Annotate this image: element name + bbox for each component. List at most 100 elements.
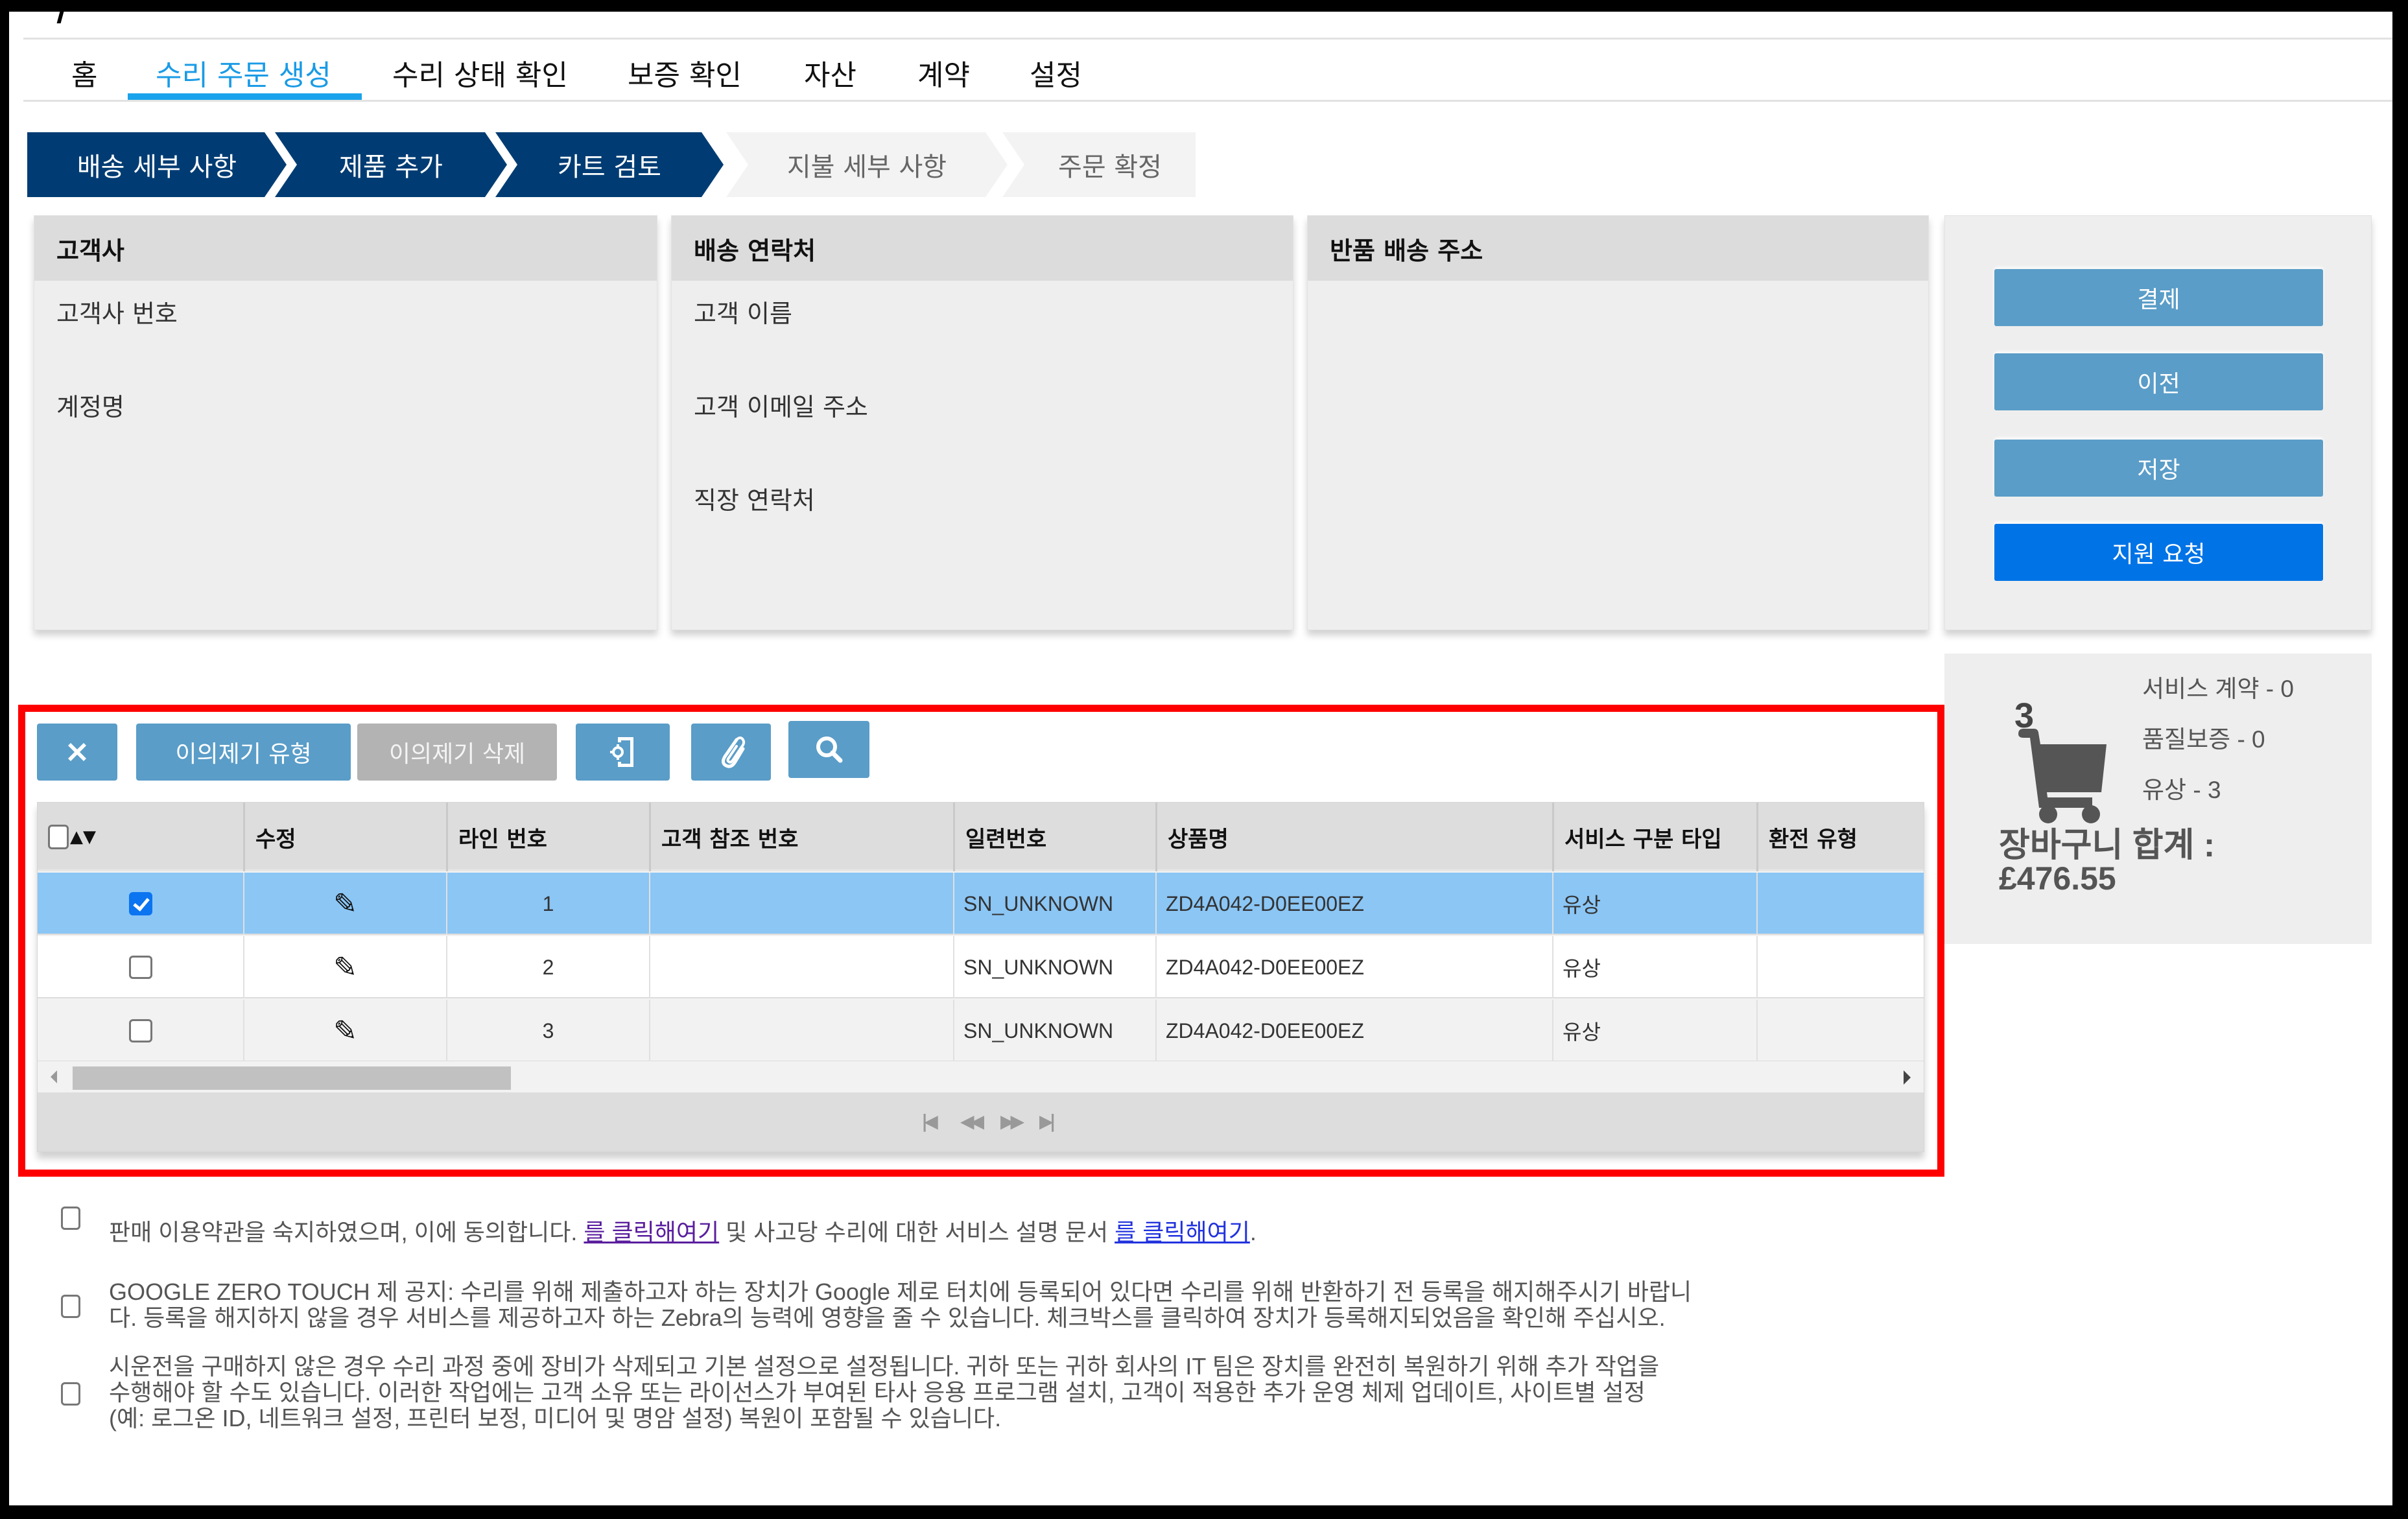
nav-top-divider — [23, 38, 2392, 40]
next-page-icon[interactable]: ▶▶ — [1000, 1111, 1024, 1132]
device-settings-button[interactable] — [576, 724, 670, 781]
paperclip-icon — [721, 736, 745, 768]
commissioning-text-line: (예: 로그온 ID, 네트워크 설정, 프린터 보정, 미디어 및 명암 설정… — [109, 1405, 1002, 1431]
step-add-product[interactable]: 제품 추가 — [275, 132, 507, 197]
cart-total-value: £476.55 — [1999, 860, 2116, 897]
service-description-link[interactable]: 를 클릭해여기 — [1115, 1219, 1250, 1245]
device-settings-icon — [609, 737, 633, 767]
previous-button[interactable]: 이전 — [1994, 353, 2323, 410]
column-header-exchange-type[interactable]: 환전 유형 — [1756, 803, 1925, 871]
cell-serial: SN_UNKNOWN — [953, 873, 1155, 935]
terms-text-part: . — [1249, 1219, 1257, 1245]
previous-page-icon[interactable]: ◀◀ — [960, 1111, 984, 1132]
return-address-title: 반품 배송 주소 — [1308, 216, 1928, 281]
first-page-icon[interactable]: |◀ — [921, 1111, 938, 1132]
commissioning-checkbox[interactable] — [61, 1382, 80, 1406]
actions-panel: 결제 이전 저장 지원 요청 — [1944, 215, 2372, 630]
scroll-left-arrow-icon[interactable] — [51, 1070, 57, 1083]
shopping-cart-icon — [2018, 729, 2107, 823]
commissioning-text-line: 시운전을 구매하지 않은 경우 수리 과정 중에 장비가 삭제되고 기본 설정으… — [109, 1353, 1660, 1380]
cell-product: ZD4A042-D0EE00EZ — [1155, 873, 1552, 935]
customer-panel: 고객사 고객사 번호 계정명 — [34, 215, 657, 630]
cell-exchange-type — [1756, 1000, 1925, 1062]
pencil-icon[interactable]: ✎ — [333, 951, 357, 984]
cart-total-label: 장바구니 합계 : — [1999, 827, 2215, 864]
save-button[interactable]: 저장 — [1994, 440, 2323, 497]
column-header-product[interactable]: 상품명 — [1155, 803, 1552, 871]
pencil-icon[interactable]: ✎ — [333, 1015, 357, 1048]
column-header-serial[interactable]: 일련번호 — [953, 803, 1155, 871]
cell-customer-ref — [649, 1000, 953, 1062]
customer-panel-title: 고객사 — [34, 216, 657, 281]
cell-line-number: 3 — [446, 1000, 649, 1062]
complaint-type-button[interactable]: 이의제기 유형 — [136, 724, 351, 781]
pencil-icon[interactable]: ✎ — [333, 888, 357, 921]
page: 홈 수리 주문 생성 수리 상태 확인 보증 확인 자산 계약 설정 배송 세부… — [9, 12, 2392, 1505]
terms-of-sale-link[interactable]: 를 클릭해여기 — [584, 1219, 719, 1245]
nav-bottom-divider — [23, 100, 2392, 102]
search-icon — [816, 736, 842, 763]
column-header-select[interactable]: ▲▼ — [38, 803, 243, 871]
cell-serial: SN_UNKNOWN — [953, 1000, 1155, 1062]
nav-item-home[interactable]: 홈 — [71, 51, 97, 101]
cell-line-number: 1 — [446, 873, 649, 935]
nav-item-assets[interactable]: 자산 — [804, 51, 856, 101]
cart-service-contract-count: 서비스 계약 - 0 — [2142, 676, 2294, 702]
sort-icon[interactable]: ▲▼ — [70, 827, 96, 847]
cell-product: ZD4A042-D0EE00EZ — [1155, 1000, 1552, 1062]
attach-button[interactable] — [691, 724, 771, 781]
grid-header: ▲▼ 수정 라인 번호 고객 참조 번호 일련번호 상품명 서비스 구분 타입 … — [38, 803, 1924, 871]
zero-touch-checkbox[interactable] — [61, 1295, 80, 1318]
zero-touch-text-line: 다. 등록을 해지하지 않을 경우 서비스를 제공하고자 하는 Zebra의 능… — [109, 1304, 1666, 1331]
terms-checkbox[interactable] — [61, 1207, 80, 1230]
shipping-contact-panel: 배송 연락처 고객 이름 고객 이메일 주소 직장 연락처 — [671, 215, 1293, 630]
row-checkbox[interactable] — [128, 1019, 152, 1042]
step-shipping-details[interactable]: 배송 세부 사항 — [27, 132, 287, 197]
search-button[interactable] — [788, 721, 869, 778]
step-payment-details[interactable]: 지불 세부 사항 — [726, 132, 1008, 197]
column-header-edit[interactable]: 수정 — [243, 803, 446, 871]
cell-service-type: 유상 — [1552, 873, 1756, 935]
column-header-line-number[interactable]: 라인 번호 — [446, 803, 649, 871]
cursor-mark — [56, 12, 64, 23]
zero-touch-notice: GOOGLE ZERO TOUCH 제 공지: 수리를 위해 제출하고자 하는 … — [61, 1279, 1941, 1337]
checkout-button[interactable]: 결제 — [1994, 269, 2323, 326]
table-row[interactable]: ✎ 2 SN_UNKNOWN ZD4A042-D0EE00EZ 유상 — [38, 936, 1924, 998]
step-cart-review[interactable]: 카트 검토 — [495, 132, 724, 197]
customer-name-label: 고객 이름 — [694, 300, 792, 328]
grid-pager: |◀ ◀◀ ▶▶ ▶| — [38, 1092, 1924, 1151]
last-page-icon[interactable]: ▶| — [1039, 1111, 1056, 1132]
nav-item-settings[interactable]: 설정 — [1030, 51, 1082, 101]
cell-exchange-type — [1756, 873, 1925, 935]
commissioning-notice: 시운전을 구매하지 않은 경우 수리 과정 중에 장비가 삭제되고 기본 설정으… — [61, 1354, 1941, 1438]
request-support-button[interactable]: 지원 요청 — [1994, 524, 2323, 581]
nav-item-contracts[interactable]: 계약 — [917, 51, 970, 101]
cell-line-number: 2 — [446, 936, 649, 998]
column-header-customer-ref[interactable]: 고객 참조 번호 — [649, 803, 953, 871]
select-all-checkbox[interactable] — [48, 825, 69, 849]
table-row[interactable]: ✎ 3 SN_UNKNOWN ZD4A042-D0EE00EZ 유상 — [38, 1000, 1924, 1062]
customer-email-label: 고객 이메일 주소 — [694, 393, 868, 421]
terms-text-part: 및 사고당 수리에 대한 서비스 설명 문서 — [719, 1219, 1115, 1245]
step-order-confirm[interactable]: 주문 확정 — [1002, 132, 1196, 197]
scrollbar-thumb[interactable] — [73, 1066, 511, 1090]
return-address-panel: 반품 배송 주소 — [1307, 215, 1929, 630]
nav-item-repair-status[interactable]: 수리 상태 확인 — [392, 51, 568, 101]
terms-text-part: 판매 이용약관을 숙지하였으며, 이에 동의합니다. — [109, 1219, 584, 1245]
cart-summary: 3 서비스 계약 - 0 품질보증 - 0 유상 - 3 장바구니 합계 : £… — [1944, 654, 2372, 944]
row-checkbox[interactable] — [128, 892, 152, 915]
customer-number-label: 고객사 번호 — [56, 300, 178, 328]
scroll-right-arrow-icon[interactable] — [1904, 1070, 1911, 1085]
cart-warranty-count: 품질보증 - 0 — [2142, 726, 2265, 753]
cell-customer-ref — [649, 873, 953, 935]
horizontal-scrollbar[interactable] — [38, 1061, 1924, 1092]
column-header-service-type[interactable]: 서비스 구분 타입 — [1552, 803, 1756, 871]
complaint-delete-button[interactable]: 이의제기 삭제 — [357, 724, 557, 781]
table-row[interactable]: ✎ 1 SN_UNKNOWN ZD4A042-D0EE00EZ 유상 — [38, 873, 1924, 935]
remove-button[interactable] — [37, 724, 117, 781]
nav-item-warranty-check[interactable]: 보증 확인 — [628, 51, 742, 101]
step-label: 주문 확정 — [1058, 152, 1162, 182]
commissioning-text-line: 수행해야 할 수도 있습니다. 이러한 작업에는 고객 소유 또는 라이선스가 … — [109, 1379, 1646, 1406]
close-icon — [68, 743, 86, 761]
row-checkbox[interactable] — [128, 956, 152, 979]
